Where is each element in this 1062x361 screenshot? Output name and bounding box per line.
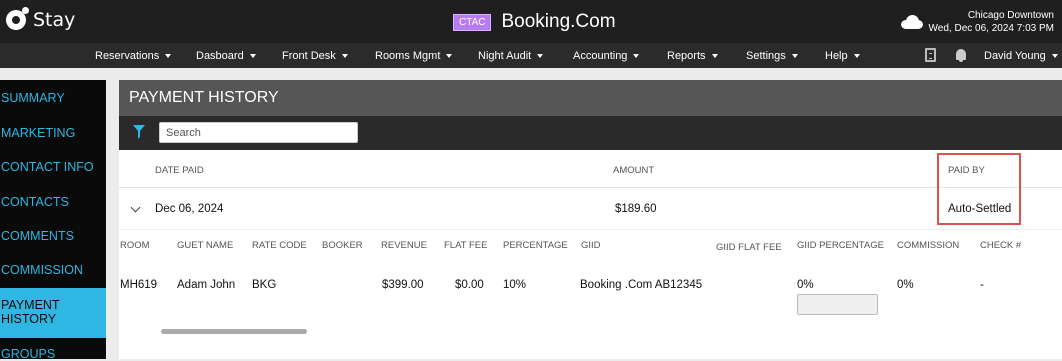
chevron-down-icon	[1051, 54, 1058, 59]
top-bar: Stay CTAC Booking.Com Chicago Downtown W…	[0, 0, 1062, 43]
nav-help[interactable]: Help	[825, 50, 860, 62]
payment-history-panel: PAYMENT HISTORY DATE PAID AMOUNT PAID BY…	[119, 80, 1062, 359]
chevron-down-icon	[165, 54, 172, 59]
sidebar-item-contact-info[interactable]: CONTACT INFO	[0, 160, 106, 174]
brand-name: Stay	[33, 9, 76, 31]
col-giid-percentage[interactable]: GIID PERCENTAGE	[797, 240, 884, 251]
detail-header-row: ROOM GUET NAME RATE CODE BOOKER REVENUE …	[119, 230, 1062, 260]
nav-rooms-mgmt[interactable]: Rooms Mgmt	[375, 50, 453, 62]
weather-cloud-icon	[900, 15, 923, 29]
location-name: Chicago Downtown	[967, 10, 1054, 21]
col-giid[interactable]: GIID	[581, 240, 601, 251]
nav-dashboard[interactable]: Dasboard	[196, 50, 256, 62]
col-booker[interactable]: BOOKER	[322, 240, 363, 251]
chevron-down-icon	[633, 54, 640, 59]
sidebar-item-marketing[interactable]: MARKETING	[0, 126, 106, 140]
sidebar-item-summary[interactable]: SUMMARY	[0, 91, 106, 105]
col-revenue[interactable]: REVENUE	[381, 240, 427, 251]
col-giid-flat-fee[interactable]: GIID FLAT FEE	[716, 242, 782, 253]
col-flat-fee[interactable]: FLAT FEE	[444, 240, 487, 251]
chevron-down-icon	[249, 54, 256, 59]
cell-revenue: $399.00	[382, 279, 424, 291]
nav-front-desk[interactable]: Front Desk	[282, 50, 348, 62]
cell-giid: Booking .Com AB12345	[580, 279, 703, 291]
nav-night-audit[interactable]: Night Audit	[478, 50, 544, 62]
cell-guest: Adam John	[177, 279, 236, 291]
table-row[interactable]: MH619 Adam John BKG $399.00 $0.00 10% Bo…	[119, 270, 1062, 320]
nav-accounting[interactable]: Accounting	[573, 50, 640, 62]
col-rate-code[interactable]: RATE CODE	[252, 240, 307, 251]
search-input[interactable]	[159, 122, 358, 143]
paid-by-highlight	[937, 153, 1021, 225]
nav-settings[interactable]: Settings	[746, 50, 798, 62]
sidebar-item-commission[interactable]: COMMISSION	[0, 263, 106, 277]
payment-summary-row[interactable]: Dec 06, 2024 $189.60 Auto-Settled	[119, 188, 1062, 230]
col-amount[interactable]: AMOUNT	[613, 165, 654, 176]
horizontal-scrollbar[interactable]	[161, 329, 307, 334]
filter-icon[interactable]	[133, 125, 145, 139]
cell-flat-fee: $0.00	[455, 279, 484, 291]
bell-icon[interactable]	[956, 49, 966, 62]
chevron-down-icon	[853, 54, 860, 59]
nav-reports[interactable]: Reports	[667, 50, 718, 62]
col-date-paid[interactable]: DATE PAID	[155, 165, 204, 176]
location-info[interactable]: Chicago Downtown Wed, Dec 06, 2024 7:03 …	[900, 9, 1054, 35]
col-commission[interactable]: COMMISSION	[897, 240, 959, 251]
col-guest-name[interactable]: GUET NAME	[177, 240, 233, 251]
chevron-down-icon	[341, 54, 348, 59]
col-percentage[interactable]: PERCENTAGE	[503, 240, 568, 251]
cell-commission: 0%	[897, 279, 914, 291]
clipboard-icon[interactable]	[925, 48, 936, 62]
nav-reservations[interactable]: Reservations	[95, 50, 172, 62]
sidebar-item-contacts[interactable]: CONTACTS	[0, 195, 106, 209]
user-menu[interactable]: David Young	[984, 50, 1058, 62]
cell-giid-percentage: 0%	[797, 279, 814, 291]
location-datetime: Wed, Dec 06, 2024 7:03 PM	[928, 23, 1054, 34]
chevron-down-icon[interactable]	[130, 202, 141, 213]
chevron-down-icon	[711, 54, 718, 59]
sidebar: SUMMARY MARKETING CONTACT INFO CONTACTS …	[0, 80, 106, 361]
chevron-down-icon	[791, 54, 798, 59]
col-room[interactable]: ROOM	[120, 240, 150, 251]
column-header-row: DATE PAID AMOUNT PAID BY	[119, 150, 1062, 188]
panel-title: PAYMENT HISTORY	[119, 80, 1062, 116]
property-title: CTAC Booking.Com	[453, 11, 616, 33]
summary-date: Dec 06, 2024	[155, 203, 224, 215]
chevron-down-icon	[446, 54, 453, 59]
cell-room: MH619	[120, 279, 158, 291]
logo-icon	[6, 7, 29, 30]
search-bar	[119, 116, 1062, 150]
env-badge: CTAC	[453, 13, 492, 31]
cell-percentage: 10%	[503, 279, 527, 291]
page-title: Booking.Com	[501, 11, 616, 32]
cell-check: -	[980, 279, 984, 291]
summary-amount: $189.60	[615, 203, 657, 215]
cell-rate-code: BKG	[252, 279, 277, 291]
sidebar-item-comments[interactable]: COMMENTS	[0, 229, 106, 243]
sidebar-item-payment-history[interactable]: PAYMENT HISTORY	[0, 288, 106, 338]
col-check-number[interactable]: CHECK #	[980, 240, 1021, 251]
main-nav: Reservations Dasboard Front Desk Rooms M…	[0, 43, 1062, 68]
giid-percentage-input[interactable]	[797, 294, 878, 315]
brand-logo[interactable]: Stay	[6, 7, 76, 31]
chevron-down-icon	[537, 54, 544, 59]
